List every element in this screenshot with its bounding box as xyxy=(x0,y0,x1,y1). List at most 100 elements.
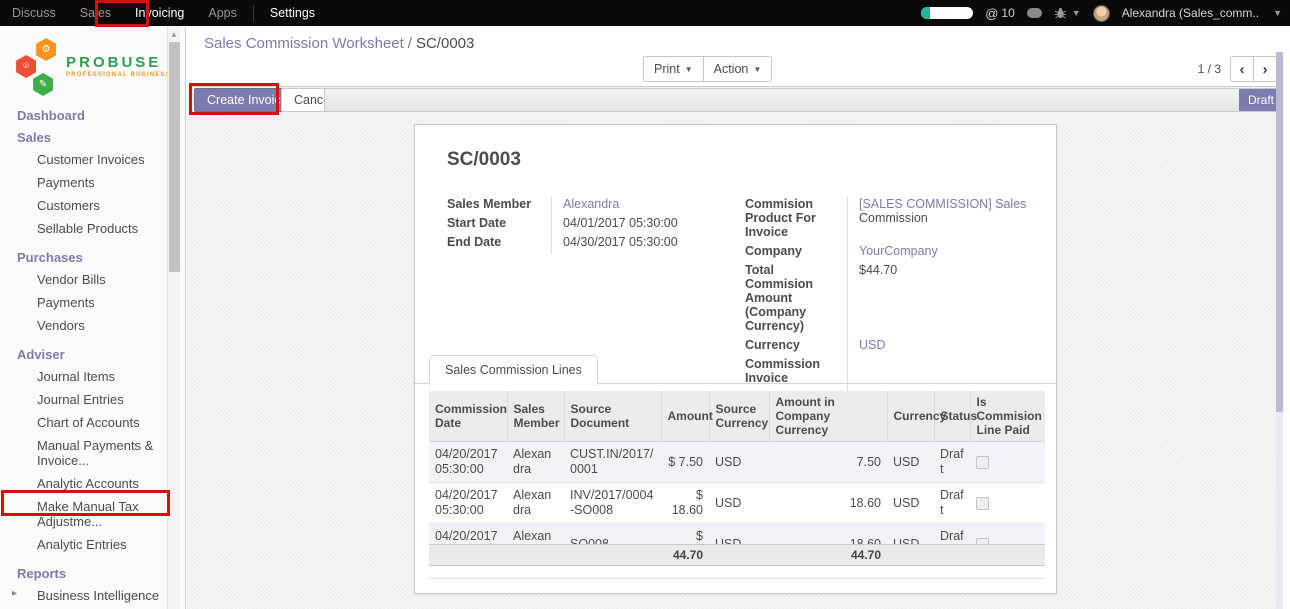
sidebar-item-analytic-accounts[interactable]: Analytic Accounts xyxy=(0,472,185,495)
sidebar-item-manual-payments[interactable]: Manual Payments & Invoice... xyxy=(0,434,185,472)
col-amount-company-currency[interactable]: Amount in Company Currency xyxy=(769,391,887,442)
activities-counter[interactable]: @ 10 xyxy=(985,6,1015,21)
cell-date: 04/20/2017 05:30:00 xyxy=(429,442,507,483)
col-sales-member[interactable]: Sales Member xyxy=(507,391,564,442)
record-pager: 1 / 3 ‹ › xyxy=(1198,56,1277,82)
table-row[interactable]: 04/20/2017 05:30:00 Alexandra CUST.IN/20… xyxy=(429,442,1045,483)
logo-title: PROBUSE xyxy=(66,55,171,72)
sidebar-item-chart-of-accounts[interactable]: Chart of Accounts xyxy=(0,411,185,434)
col-source-document[interactable]: Source Document xyxy=(564,391,661,442)
sidebar-item-customer-invoices[interactable]: Customer Invoices xyxy=(0,148,185,171)
cell-member: Alexandra xyxy=(507,442,564,483)
action-label: Action xyxy=(714,62,749,76)
sidebar-item-tax-adjustments[interactable]: Make Manual Tax Adjustme... xyxy=(0,495,185,533)
total-company-amount: 44.70 xyxy=(769,545,887,566)
total-amount: 44.70 xyxy=(429,545,709,566)
tab-sales-commission-lines[interactable]: Sales Commission Lines xyxy=(429,355,598,386)
sidebar-item-analytic-entries[interactable]: Analytic Entries xyxy=(0,533,185,556)
cell-source-currency: USD xyxy=(709,483,769,524)
cell-status: Draft xyxy=(934,483,970,524)
col-commission-date[interactable]: Commission Date xyxy=(429,391,507,442)
pager-next-button[interactable]: › xyxy=(1253,56,1277,82)
start-date-value: 04/01/2017 05:30:00 xyxy=(551,216,719,230)
sidebar-item-vendors[interactable]: Vendors xyxy=(0,314,185,337)
chat-bubble-icon[interactable] xyxy=(1027,8,1042,18)
menu-apps[interactable]: Apps xyxy=(196,0,249,26)
sidebar-heading-reports[interactable]: Reports xyxy=(0,562,185,584)
col-source-currency[interactable]: Source Currency xyxy=(709,391,769,442)
form-sheet: SC/0003 Sales Member Alexandra Start Dat… xyxy=(414,124,1057,594)
app-menu: Discuss Sales Invoicing Apps Settings xyxy=(0,0,327,26)
menu-invoicing[interactable]: Invoicing xyxy=(123,0,196,26)
statusbar: Draft xyxy=(324,88,1283,112)
sidebar-item-journal-items[interactable]: Journal Items xyxy=(0,365,185,388)
totals-row: 44.70 44.70 xyxy=(429,544,1045,566)
company-link[interactable]: YourCompany xyxy=(859,244,938,258)
menu-divider xyxy=(253,5,254,21)
cell-member: Alexandra xyxy=(507,483,564,524)
sidebar-item-vendor-bills[interactable]: Vendor Bills xyxy=(0,268,185,291)
pencil-icon: ✎ xyxy=(33,73,53,96)
col-is-commission-line-paid[interactable]: Is Commision Line Paid xyxy=(970,391,1045,442)
sidebar-item-purchase-payments[interactable]: Payments xyxy=(0,291,185,314)
sidebar-item-journal-entries[interactable]: Journal Entries xyxy=(0,388,185,411)
sidebar-item-payments[interactable]: Payments xyxy=(0,171,185,194)
line-paid-checkbox xyxy=(976,497,989,510)
cell-source-currency: USD xyxy=(709,442,769,483)
menu-discuss[interactable]: Discuss xyxy=(0,0,68,26)
caret-down-icon: ▼ xyxy=(1273,8,1282,18)
sidebar-item-dashboard[interactable]: Dashboard xyxy=(0,104,185,126)
col-amount[interactable]: Amount xyxy=(661,391,709,442)
sidebar-item-business-intelligence[interactable]: ▸Business Intelligence xyxy=(0,584,185,607)
page-scrollbar-thumb[interactable] xyxy=(1276,52,1283,412)
field-label: Start Date xyxy=(447,216,551,230)
logo-subtitle: PROFESSIONAL BUSINESS xyxy=(66,72,171,79)
cell-amount: $ 18.60 xyxy=(661,483,709,524)
notebook-tabs: Sales Commission Lines xyxy=(415,354,1056,384)
menu-settings[interactable]: Settings xyxy=(258,0,327,26)
at-icon: @ xyxy=(985,6,998,21)
activity-count: 10 xyxy=(1001,6,1014,20)
sidebar-item-customers[interactable]: Customers xyxy=(0,194,185,217)
cell-company-amount: 7.50 xyxy=(769,442,887,483)
sidebar-heading-purchases[interactable]: Purchases xyxy=(0,246,185,268)
menu-sales[interactable]: Sales xyxy=(68,0,123,26)
currency-link[interactable]: USD xyxy=(859,338,885,352)
sidebar-heading-sales[interactable]: Sales xyxy=(0,126,185,148)
breadcrumb-link[interactable]: Sales Commission Worksheet xyxy=(204,35,404,52)
sales-member-link[interactable]: Alexandra xyxy=(563,197,619,211)
app-window: Discuss Sales Invoicing Apps Settings @ … xyxy=(0,0,1290,609)
field-end-date: End Date 04/30/2017 05:30:00 xyxy=(447,235,719,249)
breadcrumb: Sales Commission Worksheet/SC/0003 xyxy=(204,35,474,52)
field-company: Company YourCompany xyxy=(745,244,1045,258)
table-row[interactable]: 04/20/2017 05:30:00 Alexandra INV/2017/0… xyxy=(429,483,1045,524)
total-commission-value: $44.70 xyxy=(847,263,1045,333)
cell-currency: USD xyxy=(887,442,934,483)
sidebar-item-sellable-products[interactable]: Sellable Products xyxy=(0,217,185,240)
pager-count: 1 / 3 xyxy=(1198,62,1221,76)
sidebar-scrollbar-thumb[interactable] xyxy=(169,42,180,272)
commission-product-link[interactable]: [SALES COMMISSION] Sales xyxy=(859,197,1026,211)
print-button[interactable]: Print▼ xyxy=(643,56,704,82)
end-date-value: 04/30/2017 05:30:00 xyxy=(551,235,719,249)
main-content: Sales Commission Worksheet/SC/0003 Print… xyxy=(187,26,1283,609)
debug-menu[interactable]: ▼ xyxy=(1054,7,1081,20)
page-scrollbar[interactable] xyxy=(1276,52,1283,609)
field-currency: Currency USD xyxy=(745,338,1045,352)
field-group-left: Sales Member Alexandra Start Date 04/01/… xyxy=(447,197,719,254)
col-currency[interactable]: Currency xyxy=(887,391,934,442)
action-button[interactable]: Action▼ xyxy=(703,56,773,82)
progress-pill-icon xyxy=(921,7,973,19)
systray: @ 10 ▼ Alexandra (Sales_comm.. ▼ xyxy=(921,0,1290,26)
pager-previous-button[interactable]: ‹ xyxy=(1230,56,1254,82)
sidebar: ⚙ ⌾ ✎ PROBUSE PROFESSIONAL BUSINESS Dash… xyxy=(0,26,186,609)
field-label: Commision Product For Invoice xyxy=(745,197,847,239)
scroll-up-arrow-icon[interactable]: ▲ xyxy=(168,26,180,39)
sidebar-menu: Dashboard Sales Customer Invoices Paymen… xyxy=(0,102,185,609)
field-divider xyxy=(551,197,552,254)
field-divider xyxy=(847,197,848,423)
sidebar-scrollbar[interactable]: ▲ xyxy=(167,26,180,609)
commission-lines-table: Commission Date Sales Member Source Docu… xyxy=(429,391,1045,564)
sidebar-heading-adviser[interactable]: Adviser xyxy=(0,343,185,365)
user-menu[interactable]: Alexandra (Sales_comm.. xyxy=(1122,6,1259,20)
